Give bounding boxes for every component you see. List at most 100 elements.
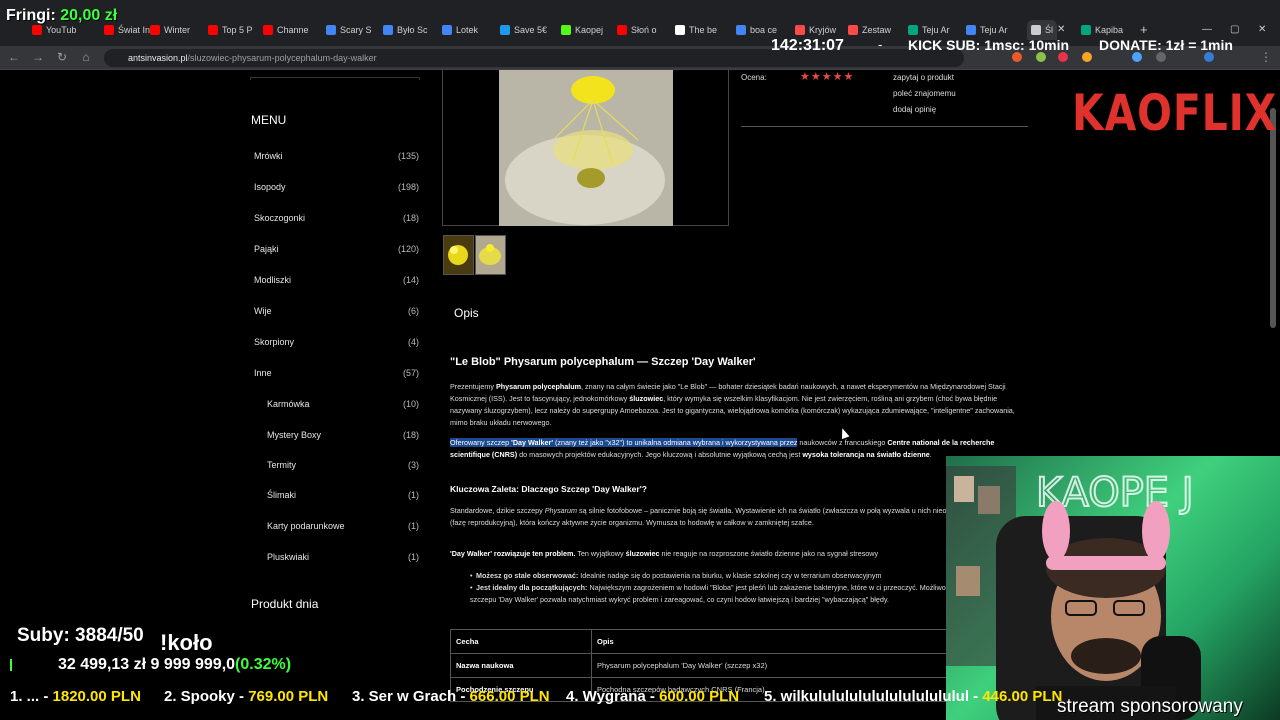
close-tab-icon[interactable]: ✕ bbox=[1057, 24, 1065, 35]
tab-favicon-icon bbox=[104, 25, 114, 35]
wheel-command: !koło bbox=[160, 630, 213, 655]
donor-name: 2. Spooky - bbox=[164, 688, 249, 705]
browser-tab[interactable]: Było Sc bbox=[383, 22, 428, 38]
browser-tab[interactable]: Lotek bbox=[442, 22, 478, 38]
tab-label: Kapiba bbox=[1095, 25, 1124, 35]
tab-label: The be bbox=[689, 25, 718, 35]
donor-amount: 666.00 PLN bbox=[469, 688, 550, 705]
sidebar-menu-item[interactable]: Modliszki (14) bbox=[254, 275, 420, 289]
close-window-icon[interactable]: ✕ bbox=[1258, 24, 1266, 35]
menu-item-count: (57) bbox=[402, 368, 419, 378]
browser-tab[interactable]: Kapiba bbox=[1081, 22, 1123, 38]
tab-label: Słoń o bbox=[631, 25, 657, 35]
maximize-icon[interactable]: ▢ bbox=[1230, 24, 1239, 35]
donor-name: 1. ... - bbox=[10, 688, 53, 705]
menu-kebab-icon[interactable]: ⋮ bbox=[1258, 50, 1274, 64]
extension-icon[interactable] bbox=[1012, 52, 1022, 62]
browser-tab[interactable]: Kaopej bbox=[561, 22, 603, 38]
recommend-to-friend-link[interactable]: poleć znajomemu bbox=[893, 89, 956, 98]
browser-tab[interactable]: Top 5 P bbox=[208, 22, 253, 38]
menu-item-label: Isopody bbox=[254, 182, 286, 192]
forward-icon[interactable]: → bbox=[30, 50, 46, 64]
browser-tab[interactable]: Channe bbox=[263, 22, 309, 38]
donor-name: 4. Wygrana - bbox=[566, 688, 660, 705]
back-icon[interactable]: ← bbox=[6, 50, 22, 64]
product-main-image[interactable] bbox=[442, 70, 729, 226]
menu-item-count: (14) bbox=[402, 275, 419, 285]
browser-tab[interactable]: Winter bbox=[150, 22, 190, 38]
menu-item-label: Mystery Boxy bbox=[267, 430, 322, 440]
sidebar-menu-item[interactable]: Karty podarunkowe (1) bbox=[267, 521, 420, 535]
tab-label: Lotek bbox=[456, 25, 479, 35]
add-review-link[interactable]: dodaj opinię bbox=[893, 105, 936, 114]
product-thumbnail[interactable] bbox=[475, 235, 506, 275]
description-paragraph: Oferowany szczep 'Day Walker' (znany też… bbox=[450, 438, 995, 459]
sponsored-stream-label: stream sponsorowany bbox=[1057, 696, 1243, 717]
reload-icon[interactable]: ↻ bbox=[54, 50, 70, 64]
ticker-entry: 4. Wygrana - 600.00 PLN bbox=[566, 688, 739, 705]
extension-icon[interactable] bbox=[1058, 52, 1068, 62]
browser-tab[interactable]: The be bbox=[675, 22, 717, 38]
browser-tab[interactable]: Teju Ar bbox=[966, 22, 1008, 38]
donor-amount: 600.00 PLN bbox=[659, 688, 740, 705]
tab-label: Było Sc bbox=[397, 25, 428, 35]
minimize-icon[interactable]: — bbox=[1202, 24, 1212, 35]
tab-opis[interactable]: Opis bbox=[454, 306, 479, 320]
rating-stars[interactable]: ★★★★★ bbox=[800, 70, 854, 83]
menu-item-label: Skorpiony bbox=[254, 337, 295, 347]
menu-item-count: (3) bbox=[408, 460, 419, 470]
profile-avatar[interactable] bbox=[1204, 52, 1214, 62]
tab-favicon-icon bbox=[32, 25, 42, 35]
browser-tab[interactable]: Scary S bbox=[326, 22, 372, 38]
goal-progress-bar bbox=[10, 659, 12, 671]
sidebar-menu-item[interactable]: Skorpiony (4) bbox=[254, 337, 420, 351]
browser-tab[interactable]: boa ce bbox=[736, 22, 777, 38]
new-tab-icon[interactable]: + bbox=[1140, 22, 1148, 37]
sidebar-menu-item[interactable]: Mrówki (135) bbox=[254, 151, 420, 165]
tab-label: Świat In bbox=[118, 25, 151, 35]
table-header-row: Cecha Opis bbox=[450, 629, 970, 654]
browser-tab[interactable]: Save 5€ bbox=[500, 22, 547, 38]
browser-tab[interactable]: Zestaw bbox=[848, 22, 891, 38]
sidebar-menu-item[interactable]: Pluskwiaki (1) bbox=[267, 552, 420, 566]
browser-tab[interactable]: Słoń o bbox=[617, 22, 657, 38]
tab-favicon-icon bbox=[1081, 25, 1091, 35]
tab-favicon-icon bbox=[617, 25, 627, 35]
menu-item-label: Mrówki bbox=[254, 151, 283, 161]
donor-name: 5. wilkulululululululululululul - bbox=[764, 688, 983, 705]
product-thumbnail[interactable] bbox=[443, 235, 474, 275]
donor-amount: 769.00 PLN bbox=[248, 688, 329, 705]
sidebar-menu-item[interactable]: Isopody (198) bbox=[254, 182, 420, 196]
tab-label: Śl bbox=[1045, 25, 1054, 35]
sidebar-menu-item[interactable]: Mystery Boxy (18) bbox=[267, 430, 420, 444]
extension-icon[interactable] bbox=[1082, 52, 1092, 62]
tab-favicon-icon bbox=[908, 25, 918, 35]
ticker-entry: 5. wilkulululululululululululul - 446.00… bbox=[764, 688, 1062, 705]
description-paragraph: 'Day Walker' rozwiązuje ten problem. Ten… bbox=[450, 549, 879, 558]
tab-favicon-icon bbox=[561, 25, 571, 35]
menu-item-label: Modliszki bbox=[254, 275, 292, 285]
sidebar-menu-item[interactable]: Skoczogonki (18) bbox=[254, 213, 420, 227]
rating-label: Ocena: bbox=[741, 73, 767, 82]
browser-tab[interactable]: Teju Ar bbox=[908, 22, 950, 38]
sidebar-menu-item[interactable]: Wije (6) bbox=[254, 306, 420, 320]
sidebar-menu-item[interactable]: Inne (57) bbox=[254, 368, 420, 382]
tab-label: Kryjów bbox=[809, 25, 837, 35]
menu-item-label: Pluskwiaki bbox=[267, 552, 310, 562]
home-icon[interactable]: ⌂ bbox=[78, 50, 94, 64]
sidebar-menu-item[interactable]: Termity (3) bbox=[267, 460, 420, 474]
extension-icon[interactable] bbox=[1132, 52, 1142, 62]
menu-item-label: Pająki bbox=[254, 244, 279, 254]
sidebar-menu-item[interactable]: Pająki (120) bbox=[254, 244, 420, 258]
extension-icon[interactable] bbox=[1036, 52, 1046, 62]
donor-name: 3. Ser w Grach - bbox=[352, 688, 470, 705]
sidebar-box-edge bbox=[250, 77, 420, 80]
browser-tab[interactable]: Kryjów bbox=[795, 22, 836, 38]
sidebar-menu-item[interactable]: Karmówka (10) bbox=[267, 399, 420, 413]
menu-item-label: Wije bbox=[254, 306, 272, 316]
table-cell: Nazwa naukowa bbox=[450, 653, 592, 678]
tab-label: Teju Ar bbox=[922, 25, 950, 35]
ask-about-product-link[interactable]: zapytaj o produkt bbox=[893, 73, 954, 82]
extension-icon[interactable] bbox=[1156, 52, 1166, 62]
sidebar-menu-item[interactable]: Ślimaki (1) bbox=[267, 490, 420, 504]
